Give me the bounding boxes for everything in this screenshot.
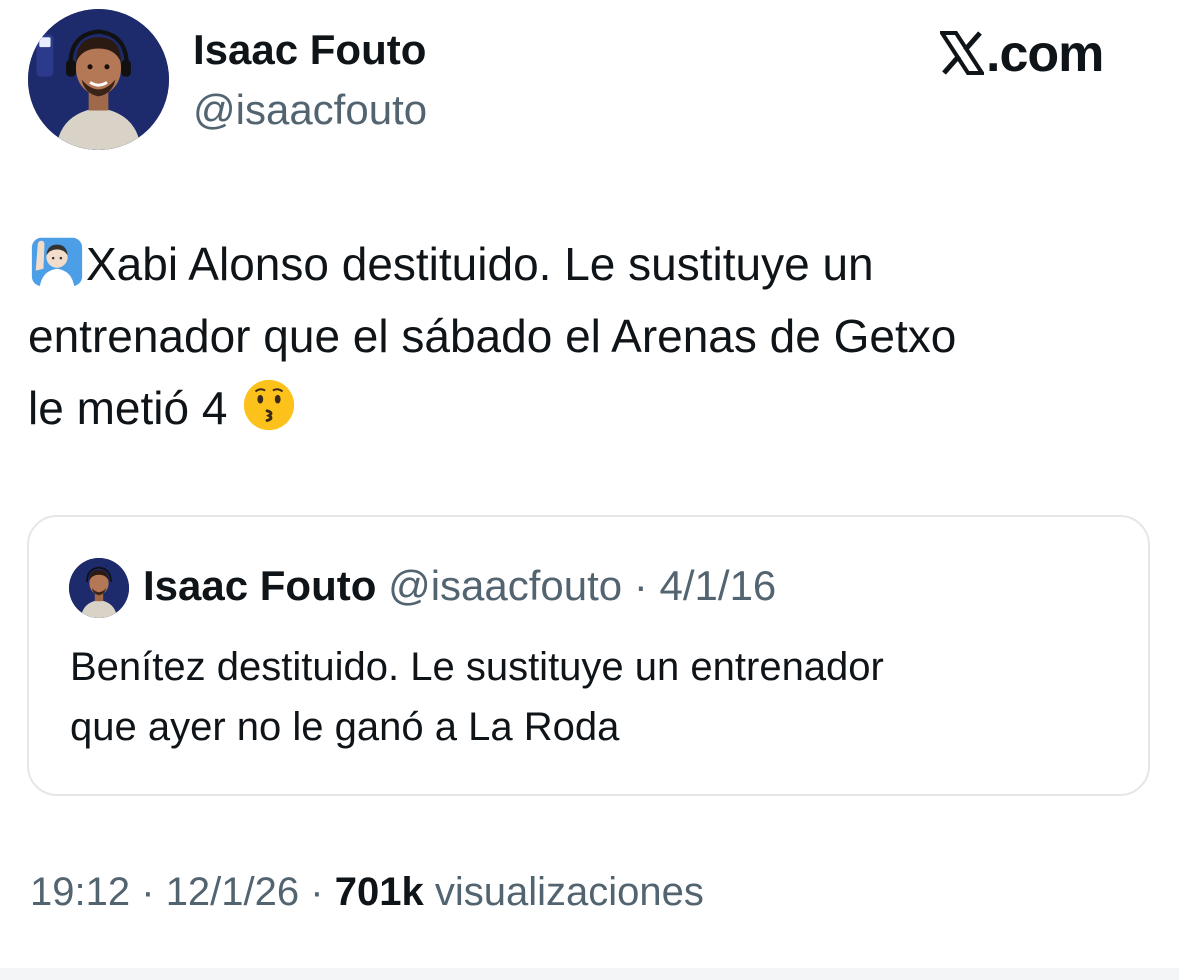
views-count[interactable]: 701k <box>335 870 424 914</box>
author-name[interactable]: Isaac Fouto <box>193 26 426 74</box>
quoted-text-line-2: que ayer no le ganó a La Roda <box>70 705 620 749</box>
kissing-face-icon <box>240 376 298 434</box>
x-logo-icon <box>938 28 986 75</box>
tweet-text: Xabi Alonso destituido. Le sustituye un … <box>28 228 1148 444</box>
quoted-author-handle[interactable]: @isaacfouto <box>388 562 622 609</box>
tweet-meta-row: 19:12 · 12/1/26 · 701k visualizaciones <box>30 870 704 915</box>
quoted-text-line-1: Benítez destituido. Le sustituye un entr… <box>70 645 884 689</box>
tweet-text-line-1: Xabi Alonso destituido. Le sustituye un <box>86 238 874 290</box>
quoted-separator: · <box>633 562 648 609</box>
meta-separator: · <box>141 870 155 914</box>
views-label[interactable]: visualizaciones <box>435 870 704 914</box>
tweet-time[interactable]: 19:12 <box>30 870 130 914</box>
brand-label: .com <box>986 25 1104 83</box>
tweet-text-line: Xabi Alonso destituido. Le sustituye un <box>28 228 1148 300</box>
brand-watermark: .com <box>938 24 1104 84</box>
quoted-tweet-date[interactable]: 4/1/16 <box>660 562 777 609</box>
author-avatar[interactable] <box>28 9 169 150</box>
quoted-author-avatar[interactable] <box>69 558 129 618</box>
tweet-date[interactable]: 12/1/26 <box>166 870 299 914</box>
action-bar-edge <box>0 968 1179 980</box>
avatar-icon <box>28 9 169 150</box>
meta-separator: · <box>310 870 324 914</box>
quoted-tweet-text: Benítez destituido. Le sustituye un entr… <box>70 637 1130 757</box>
tweet-text-line: le metió 4 <box>28 372 1148 444</box>
tweet-text-line-3: le metió 4 <box>28 382 228 434</box>
quoted-tweet-header: Isaac Fouto @isaacfouto · 4/1/16 <box>143 562 776 610</box>
tweet-text-line-2: entrenador que el sábado el Arenas de Ge… <box>28 310 957 362</box>
avatar-icon <box>69 558 129 618</box>
quoted-author-name[interactable]: Isaac Fouto <box>143 562 376 609</box>
quoted-tweet-card[interactable]: Isaac Fouto @isaacfouto · 4/1/16 Benítez… <box>27 515 1150 796</box>
author-handle[interactable]: @isaacfouto <box>193 86 427 134</box>
person-raising-hand-icon <box>28 232 86 290</box>
